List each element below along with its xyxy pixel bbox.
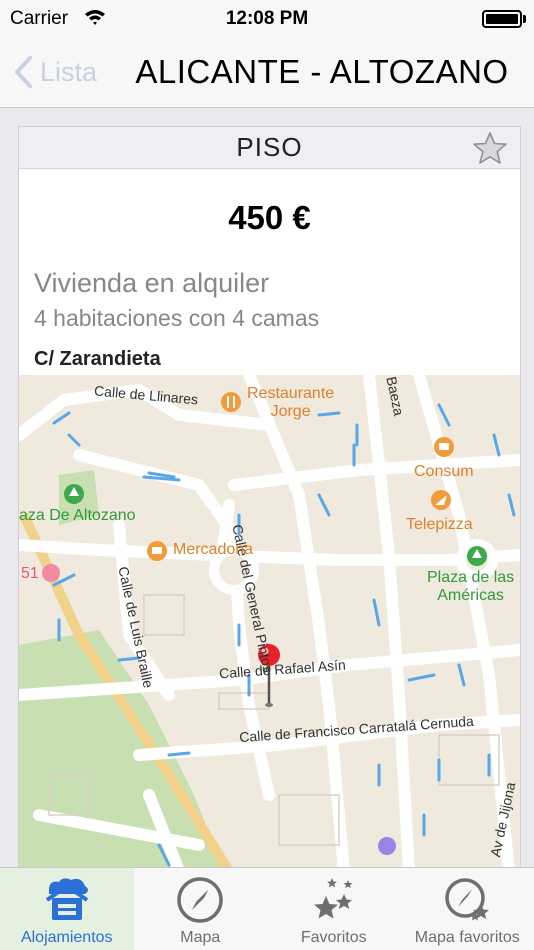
listing-card: PISO 450 € Vivienda en alquiler 4 habita…: [18, 126, 521, 870]
location-map[interactable]: Calle de Llinares Calle del General Pint…: [19, 375, 520, 869]
card-header: PISO: [19, 127, 520, 169]
poi-telepizza[interactable]: Telepizza: [406, 516, 473, 534]
battery-nub: [523, 15, 526, 23]
tab-mapa[interactable]: Mapa: [134, 868, 268, 950]
compass-icon: [177, 877, 223, 923]
poi-restaurant-jorge[interactable]: Restaurante Jorge: [247, 385, 334, 421]
poi-americas-line1: Plaza de las: [427, 569, 515, 586]
poi-plaza-altozano[interactable]: aza De Altozano: [19, 507, 136, 525]
status-bar: Carrier 12:08 PM: [0, 0, 534, 36]
poi-number: 51: [21, 565, 39, 582]
poi-restaurant-line1: Restaurante: [247, 385, 335, 402]
page-title: ALICANTE - ALTOZANO: [135, 53, 509, 90]
description-title: Vivienda en alquiler: [34, 268, 270, 298]
map-canvas: [19, 375, 520, 869]
description-subtitle: 4 habitaciones con 4 camas: [34, 305, 320, 331]
battery-icon: [482, 10, 522, 28]
tab-favoritos[interactable]: Favoritos: [267, 868, 401, 950]
poi-americas-line2: Américas: [437, 587, 504, 604]
favorite-star-icon[interactable]: [472, 131, 508, 165]
hotel-icon: [378, 837, 396, 855]
poi-restaurant-line2: Jorge: [270, 403, 311, 420]
stars-icon: [313, 878, 353, 919]
tab-label-mapa: Mapa: [180, 929, 221, 946]
back-button[interactable]: Lista: [12, 50, 97, 94]
tab-alojamientos[interactable]: Alojamientos: [0, 868, 134, 950]
poi-consum[interactable]: Consum: [414, 463, 474, 481]
property-type: PISO: [236, 132, 303, 162]
tab-label-alojamientos: Alojamientos: [20, 929, 113, 946]
tab-label-favoritos: Favoritos: [300, 929, 367, 946]
house-icon: [45, 878, 88, 920]
poi-mercadona[interactable]: Mercadona: [173, 541, 253, 559]
tab-label-mapa-favoritos: Mapa favoritos: [414, 929, 520, 946]
compass-star-icon: [445, 878, 490, 921]
tab-mapa-favoritos[interactable]: Mapa favoritos: [401, 868, 534, 950]
tab-bar: Alojamientos Mapa Favoritos Mapa favorit…: [0, 867, 534, 950]
poi-plaza-americas[interactable]: Plaza de las Américas: [427, 569, 514, 605]
navigation-bar: Lista ALICANTE - ALTOZANO: [0, 36, 534, 108]
price: 450 €: [228, 199, 311, 236]
shop-icon: [42, 564, 60, 582]
status-time: 12:08 PM: [225, 8, 309, 29]
back-label: Lista: [40, 56, 98, 87]
restaurant-icon: [221, 392, 241, 412]
address: C/ Zarandieta: [34, 348, 161, 370]
chevron-left-icon: [15, 56, 32, 88]
